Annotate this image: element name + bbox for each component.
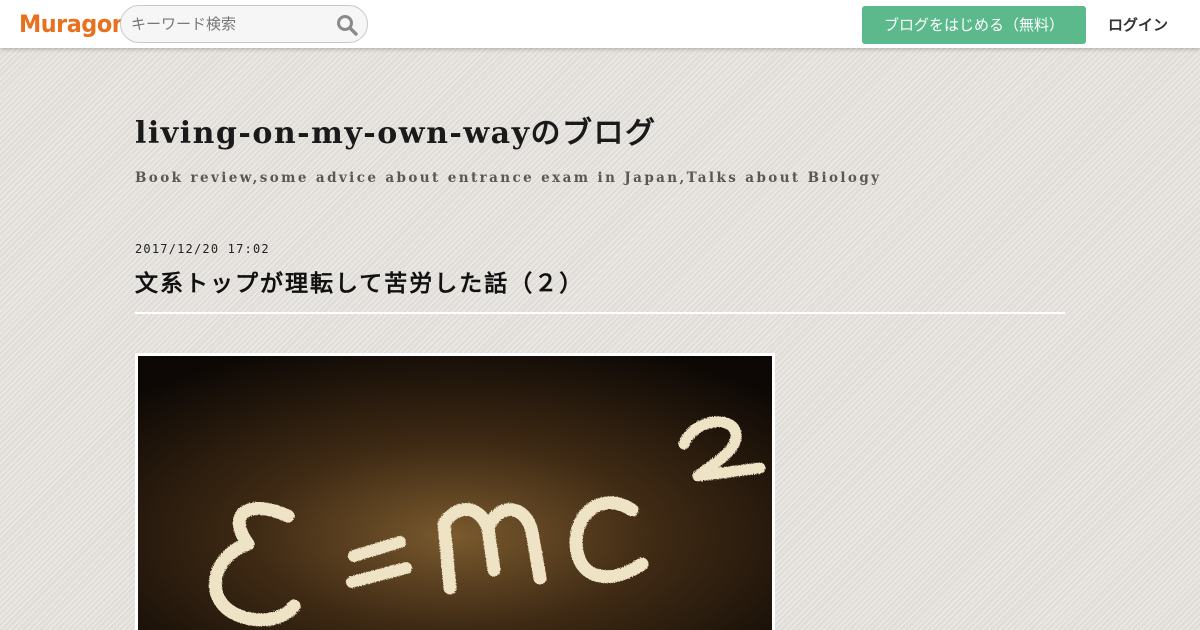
- blog-description: Book review,some advice about entrance e…: [135, 170, 882, 186]
- start-blog-button[interactable]: ブログをはじめる（無料）: [862, 6, 1086, 44]
- muragon-logo[interactable]: Muragon: [19, 7, 128, 41]
- search-icon[interactable]: [335, 13, 359, 37]
- post-date: 2017/12/20 17:02: [135, 242, 270, 256]
- post-title[interactable]: 文系トップが理転して苦労した話（２）: [135, 264, 584, 298]
- search-box: [120, 5, 368, 43]
- blog-title[interactable]: living-on-my-own-wayのブログ: [135, 108, 657, 152]
- search-input[interactable]: [131, 6, 331, 42]
- login-link[interactable]: ログイン: [1096, 6, 1180, 44]
- top-navigation-bar: Muragon ブログをはじめる（無料） ログイン: [0, 0, 1200, 48]
- title-divider: [135, 312, 1065, 314]
- post-image[interactable]: [135, 353, 775, 630]
- chalkboard-image: [138, 356, 772, 630]
